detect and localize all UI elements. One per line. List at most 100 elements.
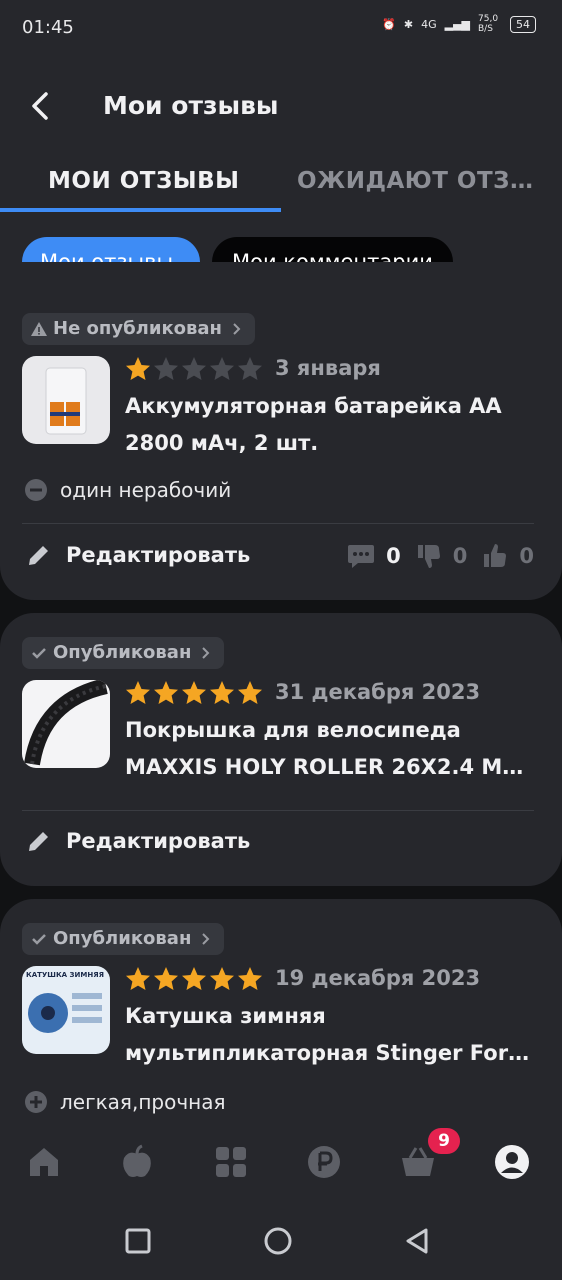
review-card[interactable]: Опубликован 31 декабря 2023 Покрышка для… bbox=[0, 613, 562, 886]
like-button[interactable]: 0 bbox=[481, 542, 534, 570]
star-filled-icon bbox=[238, 967, 262, 990]
review-comment-text: один нерабочий bbox=[60, 478, 232, 502]
divider bbox=[22, 810, 534, 811]
product-name-line1: Покрышка для велосипеда bbox=[125, 718, 461, 742]
review-status-label: Опубликован bbox=[53, 928, 192, 949]
pencil-icon bbox=[29, 832, 48, 851]
warning-icon bbox=[31, 322, 47, 336]
review-comment: легкая,прочная bbox=[24, 1090, 226, 1114]
star-empty-icon bbox=[154, 357, 178, 380]
rating-stars bbox=[125, 356, 263, 382]
product-name-line1: Аккумуляторная батарейка АА bbox=[125, 394, 502, 418]
thumb-caption: КАТУШКА ЗИМНЯЯ bbox=[26, 971, 104, 979]
status-bar: 01:45 ⏰ ✱ 4G ▂▄▆ 75,0 B/S 54 bbox=[0, 0, 562, 58]
star-filled-icon bbox=[210, 681, 234, 704]
review-date: 31 декабря 2023 bbox=[275, 680, 481, 704]
star-filled-icon bbox=[154, 967, 178, 990]
home-icon[interactable] bbox=[26, 1144, 62, 1180]
status-time: 01:45 bbox=[22, 17, 74, 38]
apple-icon[interactable] bbox=[119, 1144, 155, 1180]
battery-icon: 54 bbox=[510, 15, 536, 33]
ruble-icon[interactable] bbox=[306, 1144, 342, 1180]
comment-bubble-icon bbox=[348, 545, 375, 568]
comments-count: 0 bbox=[386, 544, 401, 568]
edit-label: Редактировать bbox=[66, 543, 251, 567]
thumbs-up-icon bbox=[484, 544, 507, 567]
alarm-icon: ⏰ bbox=[382, 17, 396, 31]
header: Мои отзывы МОИ ОТЗЫВЫ ОЖИДАЮТ ОТЗЫВА bbox=[0, 58, 562, 212]
recent-apps-icon[interactable] bbox=[123, 1226, 153, 1256]
rating-stars bbox=[125, 680, 263, 706]
review-status-badge[interactable]: Опубликован bbox=[22, 637, 225, 669]
chevron-right-icon bbox=[233, 323, 241, 335]
comments-counter[interactable]: 0 bbox=[346, 542, 401, 570]
review-date: 3 января bbox=[275, 356, 381, 380]
home-button-icon[interactable] bbox=[263, 1226, 293, 1256]
bottom-navigation: 9 bbox=[0, 1120, 562, 1200]
cart-badge: 9 bbox=[428, 1128, 460, 1154]
page-title: Мои отзывы bbox=[103, 91, 279, 120]
star-filled-icon bbox=[154, 681, 178, 704]
product-name-line1: Катушка зимняя bbox=[125, 1004, 326, 1028]
pencil-icon bbox=[29, 546, 48, 565]
check-icon bbox=[32, 934, 46, 945]
star-filled-icon bbox=[126, 967, 150, 990]
edit-label: Редактировать bbox=[66, 829, 251, 853]
review-counters: 0 0 0 bbox=[346, 542, 534, 570]
profile-icon[interactable] bbox=[494, 1144, 530, 1180]
plus-circle-icon bbox=[25, 1091, 47, 1113]
tab-awaiting-review[interactable]: ОЖИДАЮТ ОТЗЫВА bbox=[297, 168, 547, 194]
star-filled-icon bbox=[126, 357, 150, 380]
product-name[interactable]: Покрышка для велосипеда MAXXIS HOLY ROLL… bbox=[125, 712, 535, 786]
status-icons: ⏰ ✱ 4G ▂▄▆ 75,0 B/S 54 bbox=[382, 14, 536, 34]
dislike-count: 0 bbox=[452, 544, 468, 568]
product-name[interactable]: Аккумуляторная батарейка АА 2800 мАч, 2 … bbox=[125, 388, 535, 462]
bluetooth-icon: ✱ bbox=[403, 17, 414, 31]
star-filled-icon bbox=[210, 967, 234, 990]
review-card[interactable]: Опубликован КАТУШКА ЗИМНЯЯ 19 декабря 20… bbox=[0, 899, 562, 1139]
review-status-label: Не опубликован bbox=[53, 318, 222, 339]
product-thumbnail[interactable]: КАТУШКА ЗИМНЯЯ bbox=[22, 966, 110, 1054]
reel-product-image bbox=[28, 993, 102, 1033]
product-name[interactable]: Катушка зимняя мультипликаторная Stinger… bbox=[125, 998, 535, 1072]
product-name-line2: MAXXIS HOLY ROLLER 26X2.4 M1... bbox=[125, 755, 535, 779]
minus-circle-icon bbox=[25, 479, 47, 501]
edit-review-button[interactable]: Редактировать bbox=[26, 828, 250, 854]
chevron-right-icon bbox=[202, 933, 210, 945]
review-comment: один нерабочий bbox=[24, 478, 231, 502]
tab-my-reviews[interactable]: МОИ ОТЗЫВЫ bbox=[48, 168, 239, 194]
like-count: 0 bbox=[519, 544, 534, 568]
check-icon bbox=[32, 648, 46, 659]
network-label: 4G bbox=[421, 17, 437, 31]
product-thumbnail[interactable] bbox=[22, 356, 110, 444]
system-navigation-bar bbox=[0, 1200, 562, 1280]
star-empty-icon bbox=[182, 357, 206, 380]
edit-review-button[interactable]: Редактировать bbox=[26, 542, 250, 568]
chevron-right-icon bbox=[202, 647, 210, 659]
dislike-button[interactable]: 0 bbox=[415, 542, 468, 570]
tire-product-image bbox=[24, 680, 108, 766]
back-arrow-icon[interactable] bbox=[24, 88, 60, 124]
star-filled-icon bbox=[182, 967, 206, 990]
thumbs-down-icon bbox=[417, 545, 440, 568]
signal-icon: ▂▄▆ bbox=[444, 17, 470, 31]
product-name-line2: 2800 мАч, 2 шт. bbox=[125, 431, 319, 455]
catalog-grid-icon[interactable] bbox=[213, 1144, 249, 1180]
review-card[interactable]: Не опубликован 3 января Аккумуляторная б… bbox=[0, 262, 562, 600]
star-filled-icon bbox=[126, 681, 150, 704]
star-empty-icon bbox=[210, 357, 234, 380]
review-comment-text: легкая,прочная bbox=[60, 1090, 226, 1114]
battery-product-image bbox=[45, 367, 87, 435]
star-filled-icon bbox=[238, 681, 262, 704]
review-status-label: Опубликован bbox=[53, 642, 192, 663]
review-status-badge[interactable]: Не опубликован bbox=[22, 313, 255, 345]
product-thumbnail[interactable] bbox=[22, 680, 110, 768]
star-filled-icon bbox=[182, 681, 206, 704]
review-status-badge[interactable]: Опубликован bbox=[22, 923, 225, 955]
star-empty-icon bbox=[238, 357, 262, 380]
net-speed: 75,0 B/S bbox=[478, 14, 499, 34]
product-name-line2: мультипликаторная Stinger Force... bbox=[125, 1041, 535, 1065]
rating-stars bbox=[125, 966, 263, 992]
back-triangle-icon[interactable] bbox=[402, 1226, 432, 1256]
divider bbox=[22, 523, 534, 524]
